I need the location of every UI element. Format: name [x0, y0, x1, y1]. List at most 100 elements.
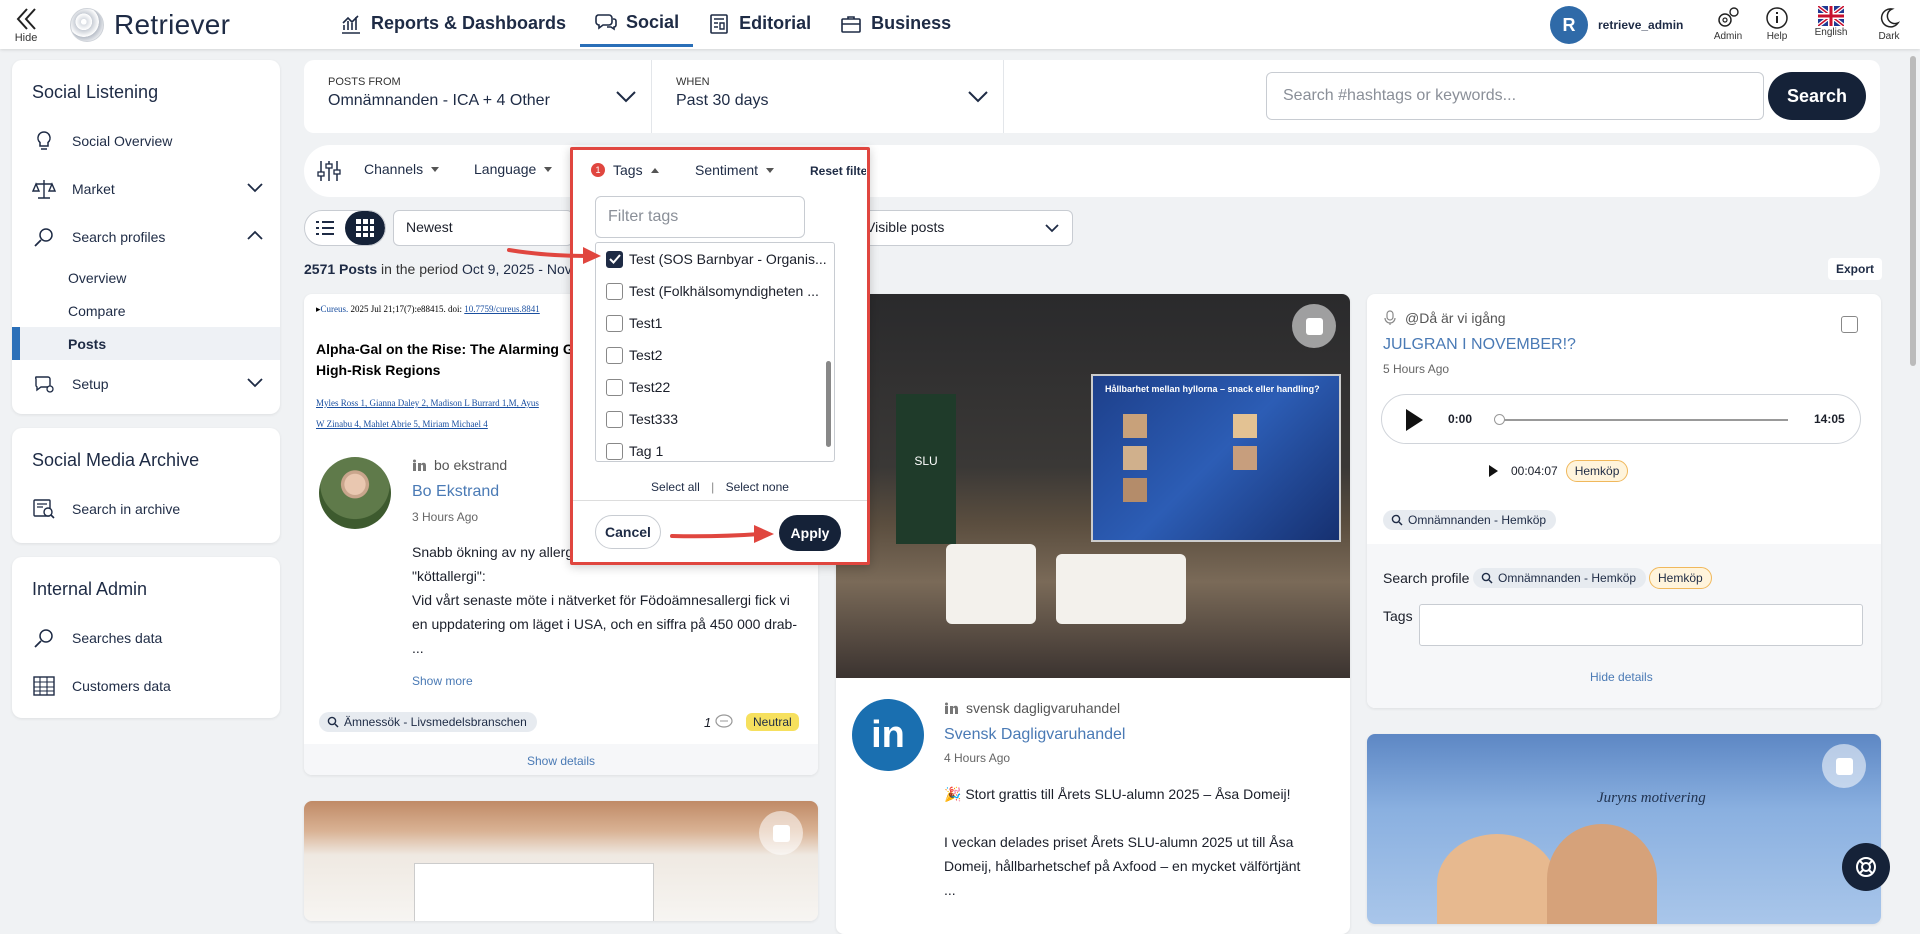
checkbox[interactable]: [606, 314, 623, 332]
checkbox[interactable]: [606, 378, 623, 396]
tag-option[interactable]: Tag 1: [596, 435, 834, 461]
linkedin-avatar-icon[interactable]: in: [852, 699, 924, 771]
sliders-icon[interactable]: [316, 158, 342, 184]
sidebar-sub-overview[interactable]: Overview: [12, 261, 280, 294]
sidebar-item-search-profiles[interactable]: Search profiles: [12, 213, 280, 261]
checkbox[interactable]: [606, 282, 623, 300]
slu-banner: SLU: [896, 394, 956, 544]
sidebar-item-customers-data[interactable]: Customers data: [12, 662, 280, 710]
support-button[interactable]: [1842, 843, 1890, 891]
tags-scrollbar-thumb[interactable]: [826, 361, 831, 447]
select-none-link[interactable]: Select none: [726, 480, 789, 494]
sidebar-item-social-overview[interactable]: Social Overview: [12, 117, 280, 165]
post-card[interactable]: Juryns motivering: [1367, 734, 1881, 924]
language-button[interactable]: English: [1806, 6, 1856, 38]
search-profile-label: Search profile: [1383, 570, 1470, 586]
reset-filter-button[interactable]: Reset filter: [810, 164, 866, 178]
nav-business[interactable]: Business: [825, 0, 965, 47]
sidebar-item-searches-data[interactable]: Searches data: [12, 614, 280, 662]
user-menu[interactable]: R retrieve_admin: [1550, 6, 1683, 44]
comment-icon: [715, 714, 733, 728]
tag-option[interactable]: Test (Folkhälsomyndigheten ...: [596, 275, 834, 307]
page-scrollbar-thumb[interactable]: [1910, 56, 1916, 366]
when-select[interactable]: WHEN Past 30 days: [652, 60, 1004, 133]
sort-select[interactable]: Newest: [393, 210, 573, 246]
author-name[interactable]: Svensk Dagligvaruhandel: [944, 726, 1125, 744]
filter-tags-input[interactable]: Filter tags: [595, 196, 805, 238]
body-line: ...: [412, 640, 424, 656]
audio-progress-handle[interactable]: [1494, 414, 1505, 425]
channels-filter[interactable]: Channels: [364, 161, 440, 177]
slide-title: Hållbarhet mellan hyllorna – snack eller…: [1105, 384, 1320, 394]
checkbox[interactable]: [606, 410, 623, 428]
posts-from-select[interactable]: POSTS FROM Omnämnanden - ICA + 4 Other: [304, 60, 652, 133]
search-profile-chip[interactable]: Omnämnanden - Hemköp: [1473, 568, 1647, 588]
tag-option[interactable]: Test2: [596, 339, 834, 371]
select-post-checkbox[interactable]: [1822, 744, 1866, 788]
nav-social[interactable]: Social: [580, 0, 694, 47]
search-button[interactable]: Search: [1768, 72, 1866, 120]
visible-posts-select[interactable]: Visible posts: [853, 210, 1073, 246]
post-source: @Då är vi igång: [1383, 310, 1506, 326]
language-filter[interactable]: Language: [474, 161, 553, 177]
post-card[interactable]: [304, 801, 818, 921]
checkbox[interactable]: [606, 442, 623, 460]
audio-clip[interactable]: 00:04:07 Hemköp: [1483, 460, 1629, 482]
play-icon[interactable]: [1404, 408, 1424, 432]
post-card[interactable]: @Då är vi igång JULGRAN I NOVEMBER!? 5 H…: [1367, 294, 1881, 708]
checkbox[interactable]: [606, 346, 623, 364]
nav-editorial[interactable]: Editorial: [693, 0, 825, 47]
sidebar-item-label: Social Overview: [72, 133, 173, 149]
tags-input[interactable]: [1419, 604, 1863, 646]
sidebar-item-search-in-archive[interactable]: Search in archive: [12, 485, 280, 533]
nav-reports-dashboards[interactable]: Reports & Dashboards: [325, 0, 580, 47]
select-post-checkbox[interactable]: [759, 811, 803, 855]
show-details-link[interactable]: Show details: [527, 754, 595, 768]
select-post-checkbox[interactable]: [1841, 316, 1858, 333]
tags-filter-button[interactable]: 1 Tags: [591, 162, 659, 178]
tag-option[interactable]: Test1: [596, 307, 834, 339]
tag-option[interactable]: Test333: [596, 403, 834, 435]
help-button[interactable]: Help: [1752, 6, 1802, 42]
apply-button[interactable]: Apply: [779, 515, 841, 551]
post-title[interactable]: JULGRAN I NOVEMBER!?: [1383, 336, 1576, 354]
export-button[interactable]: Export: [1828, 258, 1883, 280]
checkbox-checked[interactable]: [606, 250, 623, 268]
sidebar-sub-posts[interactable]: Posts: [12, 327, 280, 360]
tag-label: Test333: [629, 411, 679, 427]
search-profile-chip[interactable]: Ämnessök - Livsmedelsbranschen: [319, 712, 537, 733]
tag-label: Tag 1: [629, 443, 664, 459]
section-title: Social Listening: [32, 82, 159, 102]
search-input[interactable]: Search #hashtags or keywords...: [1266, 72, 1764, 120]
scale-icon: [32, 180, 56, 199]
sentiment-filter[interactable]: Sentiment: [695, 162, 775, 178]
sidebar-sub-compare[interactable]: Compare: [12, 294, 280, 327]
sidebar-item-market[interactable]: Market: [12, 165, 280, 213]
search-profile-chip[interactable]: Omnämnanden - Hemköp: [1383, 510, 1557, 531]
hide-details-link[interactable]: Hide details: [1590, 670, 1653, 684]
audio-progress-track[interactable]: [1500, 419, 1788, 421]
comment-count[interactable]: 1: [704, 714, 733, 730]
show-details-bar[interactable]: Show details: [304, 744, 818, 775]
clip-play-button[interactable]: [1483, 461, 1503, 481]
select-all-link[interactable]: Select all: [651, 480, 700, 494]
dark-mode-button[interactable]: Dark: [1864, 6, 1914, 42]
grid-view-button[interactable]: [345, 211, 385, 245]
author-name[interactable]: Bo Ekstrand: [412, 483, 499, 501]
post-card[interactable]: Hållbarhet mellan hyllorna – snack eller…: [836, 294, 1350, 934]
tag-option[interactable]: Test (SOS Barnbyar - Organis...: [596, 243, 834, 275]
show-more-link[interactable]: Show more: [412, 674, 473, 688]
cancel-button[interactable]: Cancel: [595, 515, 661, 549]
chevron-down-icon: [247, 378, 263, 388]
tag-option[interactable]: Test22: [596, 371, 834, 403]
list-view-button[interactable]: [305, 211, 345, 245]
internal-admin-card: Internal Admin Searches data Customers d…: [12, 557, 280, 718]
hide-sidebar-button[interactable]: Hide: [12, 6, 40, 44]
author-avatar[interactable]: [319, 457, 391, 529]
admin-button[interactable]: Admin: [1703, 6, 1753, 42]
sidebar-item-label: Search in archive: [72, 501, 181, 517]
page-scrollbar[interactable]: [1908, 50, 1918, 911]
retriever-logo[interactable]: Retriever: [70, 8, 230, 42]
select-post-checkbox[interactable]: [1292, 304, 1336, 348]
sidebar-item-setup[interactable]: Setup: [12, 360, 280, 408]
